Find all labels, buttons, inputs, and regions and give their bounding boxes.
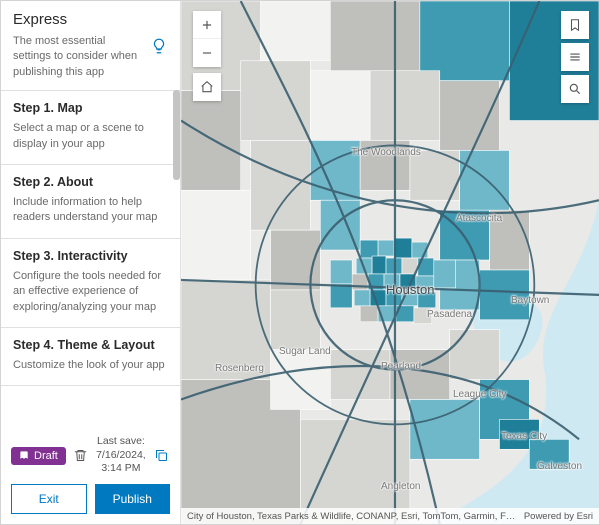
step-interactivity[interactable]: Step 3. Interactivity Configure the tool… [1,238,180,327]
step-desc: Configure the tools needed for an effect… [13,269,168,315]
home-button[interactable] [193,73,221,101]
step-desc: Select a map or a scene to display in yo… [13,121,168,152]
sidebar-footer: Draft Last save: 7/16/2024, 3:14 PM Exit… [1,427,180,524]
sidebar-subtitle: The most essential settings to consider … [13,34,146,80]
step-title: Step 1. Map [13,101,168,115]
map-canvas [181,1,599,524]
steps-list: Step 1. Map Select a map or a scene to d… [1,90,180,427]
attribution-text: City of Houston, Texas Parks & Wildlife,… [187,511,516,522]
publish-button[interactable]: Publish [95,484,171,514]
sidebar-header: Express The most essential settings to c… [1,1,180,90]
step-desc: Include information to help readers unde… [13,195,168,226]
menu-control [561,43,589,71]
last-save-info: Last save: 7/16/2024, 3:14 PM [96,435,146,476]
step-title: Step 3. Interactivity [13,249,168,263]
copy-icon[interactable] [152,447,170,465]
step-title: Step 2. About [13,175,168,189]
draft-badge[interactable]: Draft [11,447,66,465]
step-theme-layout[interactable]: Step 4. Theme & Layout Customize the loo… [1,327,180,386]
map-view[interactable]: HoustonThe WoodlandsAtascocitaPasadenaBa… [181,1,599,524]
exit-button[interactable]: Exit [11,484,87,514]
zoom-in-button[interactable] [193,11,221,39]
zoom-controls [193,11,221,67]
draft-label: Draft [34,450,58,462]
config-sidebar: Express The most essential settings to c… [1,1,181,524]
scrollbar[interactable] [173,90,180,180]
sidebar-title: Express [13,11,146,28]
step-desc: Customize the look of your app [13,358,168,373]
last-save-value: 7/16/2024, 3:14 PM [96,449,146,475]
attribution-bar: City of Houston, Texas Parks & Wildlife,… [181,508,599,524]
tips-icon[interactable] [150,37,168,55]
powered-by-esri[interactable]: Powered by Esri [524,511,593,522]
bookmark-control [561,11,589,39]
bookmark-button[interactable] [561,11,589,39]
last-save-label: Last save: [97,435,145,447]
zoom-out-button[interactable] [193,39,221,67]
search-control [561,75,589,103]
search-button[interactable] [561,75,589,103]
menu-button[interactable] [561,43,589,71]
step-map[interactable]: Step 1. Map Select a map or a scene to d… [1,90,180,164]
home-control [193,73,221,101]
step-about[interactable]: Step 2. About Include information to hel… [1,164,180,238]
delete-icon[interactable] [72,447,90,465]
step-title: Step 4. Theme & Layout [13,338,168,352]
